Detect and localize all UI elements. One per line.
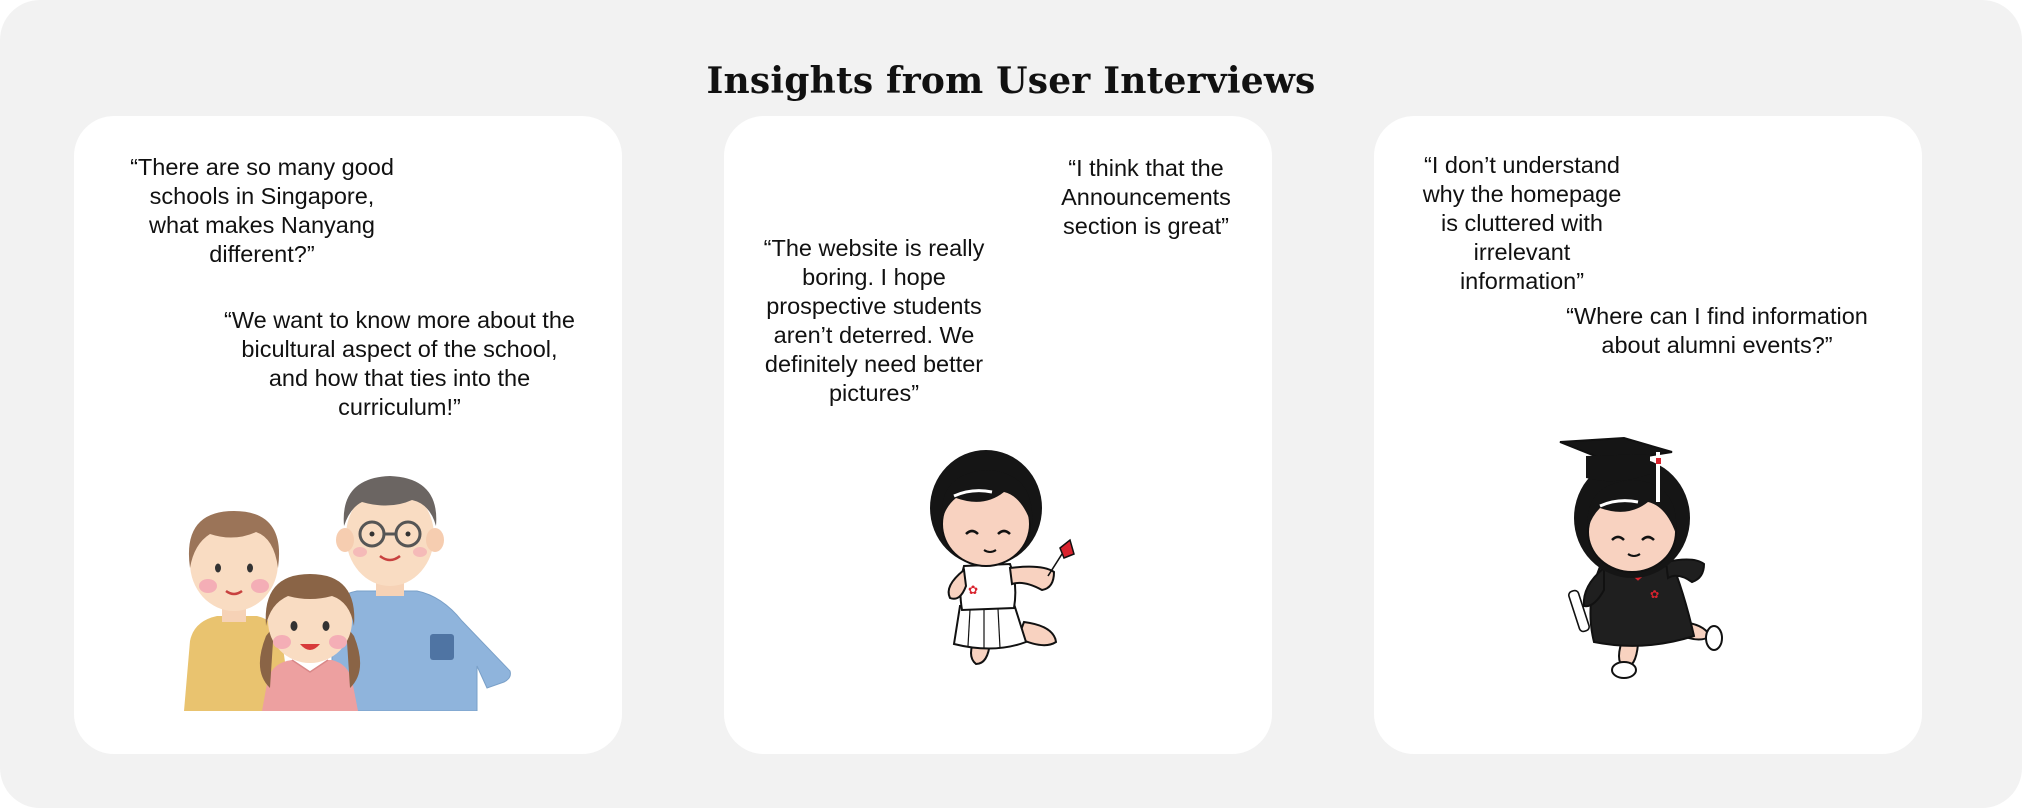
family-illustration [184,476,511,711]
insight-card-alumni: “I don’t understand why the homepage is … [1374,116,1922,754]
svg-text:✿: ✿ [968,583,978,597]
board-background: Insights from User Interviews “There are… [0,0,2022,808]
graduate-girl-illustration: ✿ [1559,436,1723,679]
insight-card-students: “I think that the Announcements section … [724,116,1272,754]
insight-card-parents: “There are so many good schools in Singa… [74,116,622,754]
quote-text: “I don’t understand why the homepage is … [1422,152,1622,294]
quote-text: “The website is really boring. I hope pr… [763,235,985,406]
student-girl-flower-illustration: ✿ [930,450,1075,666]
svg-text:✿: ✿ [1650,588,1659,601]
quote-text: “Where can I find information about alum… [1566,303,1868,358]
quote-text: “We want to know more about the bicultur… [224,307,575,420]
page-title: Insights from User Interviews [706,60,1316,103]
quote-text: “I think that the Announcements section … [1061,155,1231,239]
quote-text: “There are so many good schools in Singa… [130,154,394,267]
